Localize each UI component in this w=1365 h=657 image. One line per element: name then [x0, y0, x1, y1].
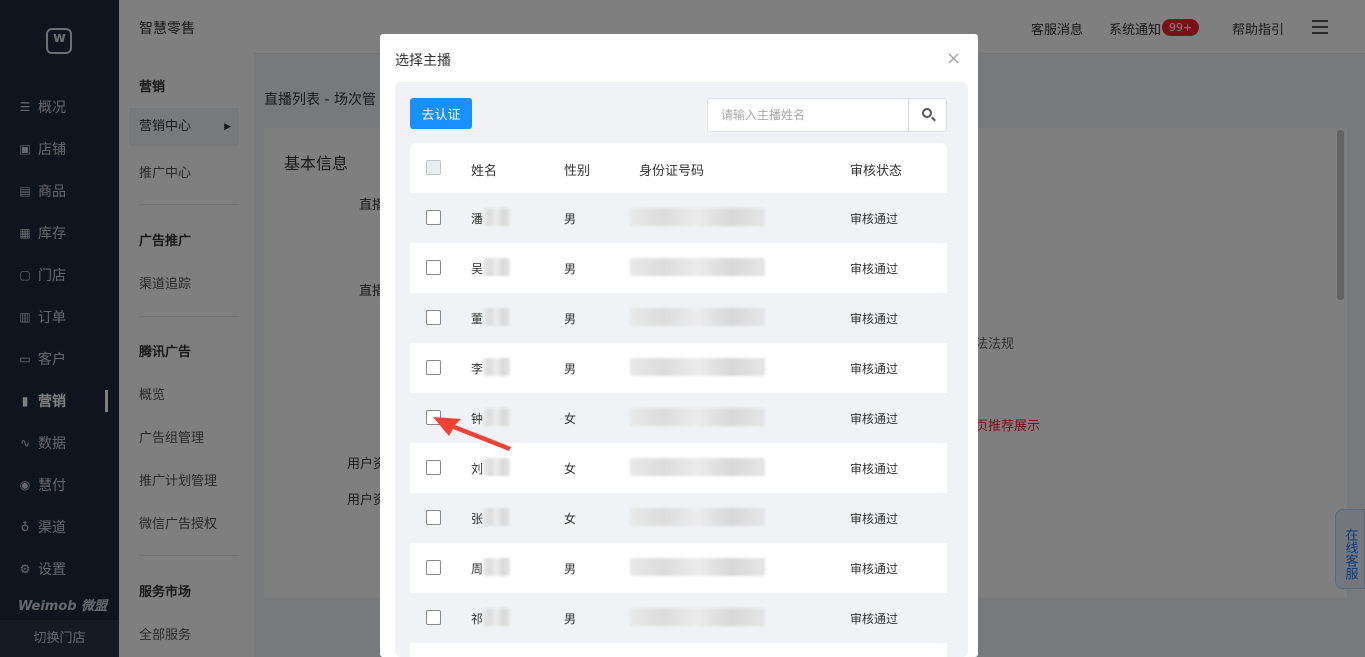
row-checkbox[interactable]: [426, 510, 441, 525]
verify-button[interactable]: 去认证: [410, 98, 472, 129]
column-header-id-number: 身份证号码: [639, 164, 705, 179]
id-number-redaction: [630, 208, 765, 226]
column-header-name: 姓名: [471, 164, 498, 179]
anchor-gender: 男: [564, 362, 577, 376]
id-number-redaction: [630, 308, 765, 326]
anchor-name: 张: [471, 512, 484, 526]
review-status: 审核通过: [850, 212, 899, 226]
review-status: 审核通过: [850, 362, 899, 376]
annotation-arrow-icon: [433, 417, 511, 451]
id-number-redaction: [630, 408, 765, 426]
table-row[interactable]: 潘 男 审核通过: [410, 193, 947, 243]
table-header: 姓名 性别 身份证号码 审核状态: [410, 143, 947, 193]
anchor-name: 祁: [471, 612, 484, 626]
row-checkbox[interactable]: [426, 310, 441, 325]
name-redaction: [483, 458, 510, 476]
select-all-checkbox[interactable]: [426, 160, 441, 175]
row-checkbox[interactable]: [426, 460, 441, 475]
review-status: 审核通过: [850, 562, 899, 576]
name-redaction: [483, 308, 510, 326]
review-status: 审核通过: [850, 262, 899, 276]
review-status: 审核通过: [850, 512, 899, 526]
anchor-table: 姓名 性别 身份证号码 审核状态 潘男审核通过吴男审核通过董男审核通过李男审核通…: [410, 143, 947, 657]
table-row[interactable]: 祁 男 审核通过: [410, 593, 947, 643]
anchor-gender: 男: [564, 612, 577, 626]
close-icon[interactable]: ×: [946, 48, 961, 69]
row-checkbox[interactable]: [426, 360, 441, 375]
row-checkbox[interactable]: [426, 260, 441, 275]
id-number-redaction: [630, 508, 765, 526]
table-row[interactable]: 周 男 审核通过: [410, 543, 947, 593]
row-checkbox[interactable]: [426, 610, 441, 625]
name-redaction: [483, 608, 510, 626]
select-anchor-dialog: 选择主播 × 去认证 姓名 性别 身份证号码 审核状态 潘男审核通过吴男审核通过…: [380, 34, 978, 657]
table-row[interactable]: 李 男 审核通过: [410, 343, 947, 393]
dialog-body: 去认证 姓名 性别 身份证号码 审核状态 潘男审核通过吴男审核通过董男审核通过李…: [395, 82, 968, 657]
name-redaction: [483, 258, 510, 276]
dialog-title: 选择主播: [395, 53, 451, 69]
row-checkbox[interactable]: [426, 560, 441, 575]
table-row[interactable]: 张 女 审核通过: [410, 493, 947, 543]
anchor-gender: 男: [564, 562, 577, 576]
anchor-gender: 男: [564, 262, 577, 276]
anchor-name: 吴: [471, 262, 484, 276]
anchor-name: 刘: [471, 462, 484, 476]
anchor-name: 周: [471, 562, 484, 576]
anchor-gender: 男: [564, 212, 577, 226]
anchor-gender: 女: [564, 512, 577, 526]
id-number-redaction: [630, 458, 765, 476]
review-status: 审核通过: [850, 462, 899, 476]
id-number-redaction: [630, 558, 765, 576]
column-header-status: 审核状态: [850, 164, 903, 179]
id-number-redaction: [630, 358, 765, 376]
anchor-name: 董: [471, 312, 484, 326]
review-status: 审核通过: [850, 412, 899, 426]
search-box: [707, 98, 947, 132]
row-checkbox[interactable]: [426, 210, 441, 225]
id-number-redaction: [630, 258, 765, 276]
anchor-search-input[interactable]: [708, 99, 908, 131]
name-redaction: [483, 558, 510, 576]
table-row[interactable]: 董 男 审核通过: [410, 293, 947, 343]
anchor-gender: 女: [564, 462, 577, 476]
anchor-gender: 女: [564, 412, 577, 426]
name-redaction: [483, 358, 510, 376]
review-status: 审核通过: [850, 312, 899, 326]
table-row[interactable]: 吴 男 审核通过: [410, 243, 947, 293]
column-header-gender: 性别: [564, 164, 591, 179]
anchor-gender: 男: [564, 312, 577, 326]
anchor-name: 李: [471, 362, 484, 376]
search-button[interactable]: [908, 99, 946, 131]
id-number-redaction: [630, 608, 765, 626]
anchor-name: 潘: [471, 212, 484, 226]
review-status: 审核通过: [850, 612, 899, 626]
name-redaction: [483, 208, 510, 226]
name-redaction: [483, 508, 510, 526]
